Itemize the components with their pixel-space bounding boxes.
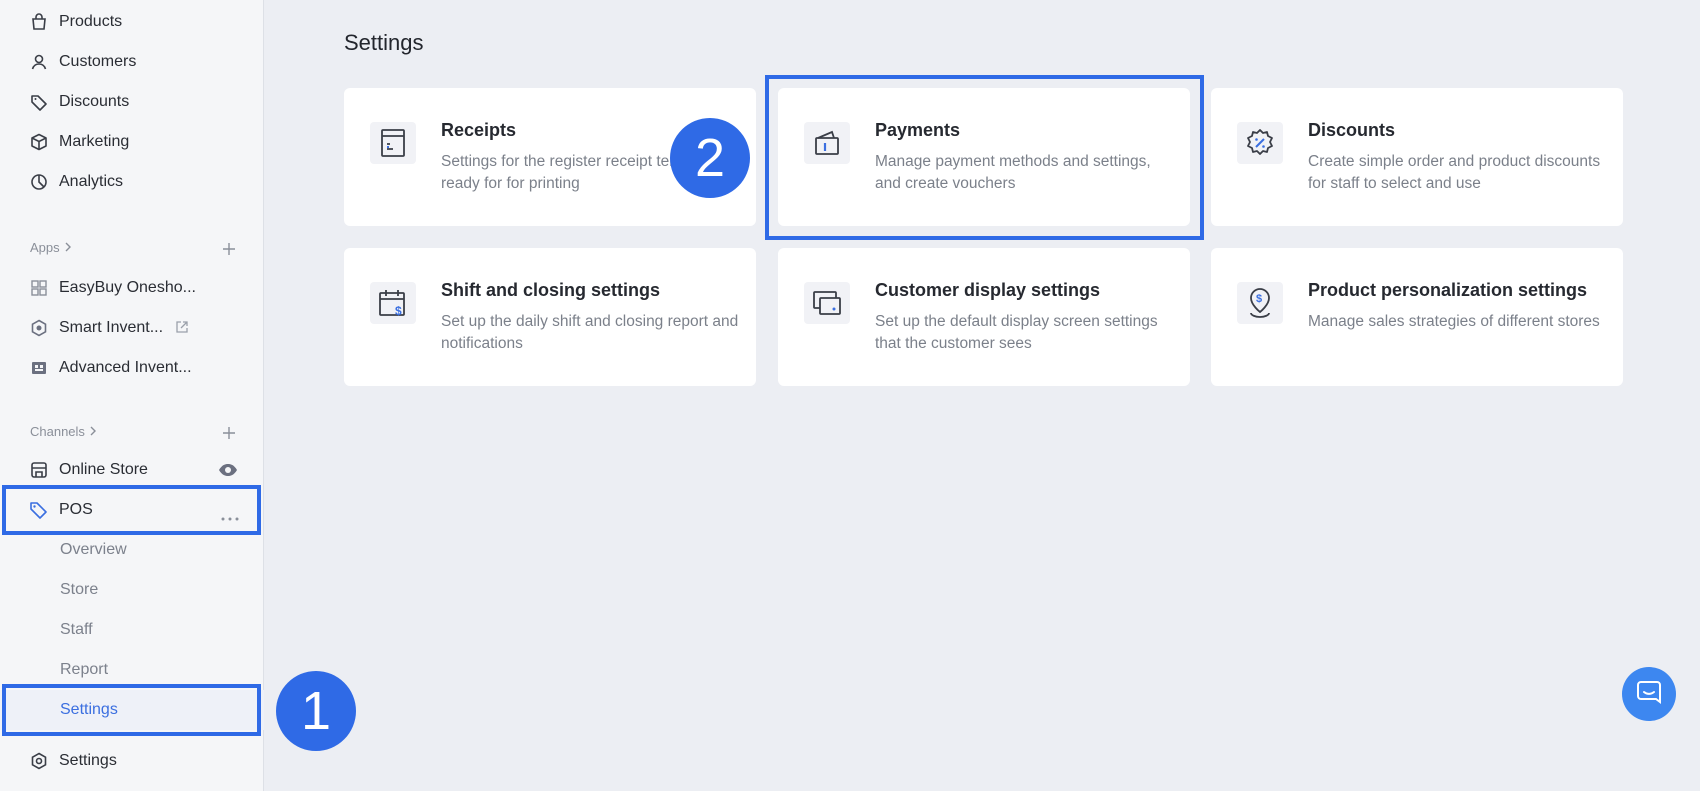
sidebar: Products Customers Discounts Marketing A… xyxy=(0,0,264,791)
step-badge-2: 2 xyxy=(670,118,750,198)
sidebar-item-analytics[interactable]: Analytics xyxy=(0,162,264,202)
receipt-icon xyxy=(370,122,416,164)
sidebar-item-label: Smart Invent... xyxy=(59,319,164,336)
card-description: Set up the daily shift and closing repor… xyxy=(441,313,739,352)
pie-chart-icon xyxy=(28,171,50,193)
card-description: Manage sales strategies of different sto… xyxy=(1308,313,1600,330)
calendar-dollar-icon: $ xyxy=(370,282,416,324)
pos-sub-overview[interactable]: Overview xyxy=(0,530,264,570)
highlight-pos-settings xyxy=(2,684,261,736)
svg-text:$: $ xyxy=(1256,293,1262,305)
sidebar-item-customers[interactable]: Customers xyxy=(0,42,264,82)
add-app-plus-icon[interactable] xyxy=(222,242,236,256)
sidebar-app-easybuy[interactable]: EasyBuy Onesho... xyxy=(0,268,264,308)
tag-icon xyxy=(28,91,50,113)
page-title: Settings xyxy=(344,30,424,55)
card-discounts[interactable]: Discounts Create simple order and produc… xyxy=(1211,88,1623,226)
gear-icon xyxy=(28,750,50,772)
sidebar-item-label: Online Store xyxy=(59,461,148,478)
sidebar-item-label: Customers xyxy=(59,53,137,70)
user-icon xyxy=(28,51,50,73)
chat-support-button[interactable] xyxy=(1622,667,1676,721)
sidebar-app-advanced-inventory[interactable]: Advanced Invent... xyxy=(0,348,264,388)
card-title: Discounts xyxy=(1308,120,1396,140)
card-title: Product personalization settings xyxy=(1308,280,1588,300)
sidebar-subitem-label: Staff xyxy=(60,621,93,638)
eye-icon[interactable] xyxy=(218,462,238,483)
card-customer-display[interactable]: Customer display settings Set up the def… xyxy=(778,248,1190,386)
card-title: Receipts xyxy=(441,120,517,140)
sidebar-item-label: Marketing xyxy=(59,133,130,150)
sidebar-item-label: EasyBuy Onesho... xyxy=(59,279,196,296)
pos-sub-store[interactable]: Store xyxy=(0,570,264,610)
grid-app-icon xyxy=(28,277,50,299)
sidebar-app-smart-inventory[interactable]: Smart Invent... xyxy=(0,308,264,348)
card-title: Customer display settings xyxy=(875,280,1101,300)
hexagon-app-icon xyxy=(28,317,50,339)
sidebar-subitem-label: Overview xyxy=(60,541,127,558)
sidebar-item-label: Analytics xyxy=(59,173,124,190)
channels-heading-label: Channels xyxy=(30,424,85,439)
apps-heading[interactable]: Apps xyxy=(30,240,72,255)
card-description: Set up the default display screen settin… xyxy=(875,313,1158,352)
cube-icon xyxy=(28,131,50,153)
display-screen-icon xyxy=(804,282,850,324)
card-description: Create simple order and product discount… xyxy=(1308,153,1601,192)
sidebar-item-settings[interactable]: Settings xyxy=(0,741,264,781)
sidebar-channel-online-store[interactable]: Online Store xyxy=(0,450,264,490)
channels-heading[interactable]: Channels xyxy=(30,424,97,439)
sidebar-item-label: Settings xyxy=(59,752,117,769)
sidebar-subitem-label: Report xyxy=(60,661,109,678)
chevron-right-icon xyxy=(89,424,97,439)
inventory-app-icon xyxy=(28,357,50,379)
card-title: Shift and closing settings xyxy=(441,280,661,300)
sidebar-item-discounts[interactable]: Discounts xyxy=(0,82,264,122)
card-product-personalization[interactable]: $ Product personalization settings Manag… xyxy=(1211,248,1623,386)
chat-icon xyxy=(1636,679,1662,710)
card-shift-closing[interactable]: $ Shift and closing settings Set up the … xyxy=(344,248,756,386)
pos-sub-staff[interactable]: Staff xyxy=(0,610,264,650)
chevron-right-icon xyxy=(64,240,72,255)
svg-text:$: $ xyxy=(395,304,402,318)
sidebar-item-label: Advanced Invent... xyxy=(59,359,192,376)
highlight-pos xyxy=(2,485,261,535)
add-channel-plus-icon[interactable] xyxy=(222,426,236,440)
discount-badge-icon xyxy=(1237,122,1283,164)
sidebar-item-label: Discounts xyxy=(59,93,130,110)
highlight-payments xyxy=(765,75,1204,240)
shopping-bag-icon xyxy=(28,11,50,33)
sidebar-subitem-label: Store xyxy=(60,581,99,598)
apps-heading-label: Apps xyxy=(30,240,60,255)
location-dollar-icon: $ xyxy=(1237,282,1283,324)
sidebar-item-marketing[interactable]: Marketing xyxy=(0,122,264,162)
external-link-icon[interactable] xyxy=(175,320,189,339)
step-badge-1: 1 xyxy=(276,671,356,751)
storefront-icon xyxy=(28,459,50,481)
sidebar-item-products[interactable]: Products xyxy=(0,2,264,42)
sidebar-item-label: Products xyxy=(59,13,123,30)
